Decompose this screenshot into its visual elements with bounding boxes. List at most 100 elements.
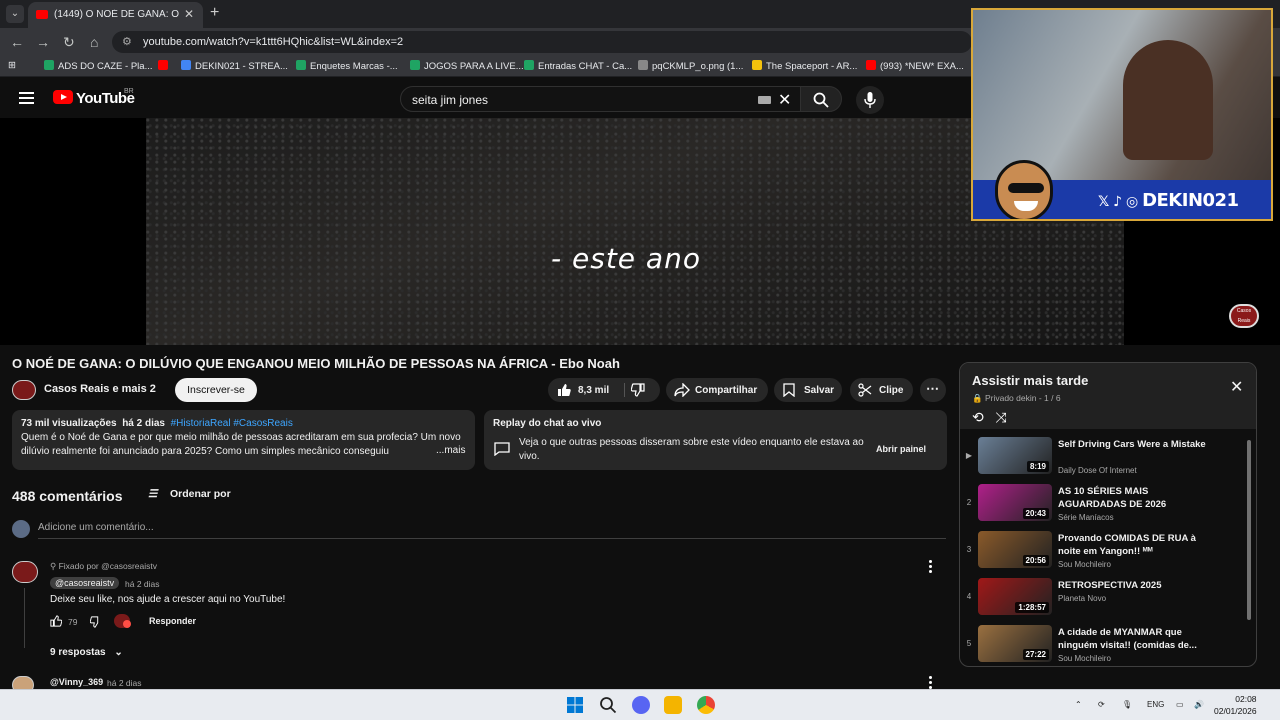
- chrome-icon[interactable]: [697, 696, 715, 714]
- playlist-item-title[interactable]: RETROSPECTIVA 2025: [1058, 579, 1218, 592]
- playlist-item-channel: Daily Dose Of Internet: [1058, 466, 1137, 475]
- channel-watermark[interactable]: Casos Reais: [1229, 304, 1259, 328]
- search-button[interactable]: [800, 86, 842, 112]
- clip-button[interactable]: Clipe: [850, 378, 913, 402]
- more-actions-button[interactable]: ⋯: [920, 378, 946, 402]
- playlist-item-channel: Série Maníacos: [1058, 513, 1114, 522]
- playlist-item[interactable]: 2 20:43 AS 10 SÉRIES MAIS AGUARDADAS DE 20…: [960, 482, 1248, 526]
- system-clock[interactable]: 02:08 02/01/2026: [1214, 693, 1257, 717]
- save-label: Salvar: [804, 385, 835, 396]
- comment-menu-icon[interactable]: [929, 560, 933, 574]
- playlist-thumbnail[interactable]: 20:56: [978, 531, 1052, 568]
- playlist-scroll-thumb[interactable]: [1247, 440, 1251, 620]
- monitor-icon[interactable]: ▭: [1176, 700, 1184, 709]
- loop-icon[interactable]: ⟲: [972, 409, 984, 425]
- playlist-subtitle: 🔒 Privado dekin - 1 / 6: [972, 393, 1061, 403]
- channel-avatar[interactable]: [12, 380, 36, 400]
- comment-menu-icon[interactable]: [929, 676, 933, 690]
- share-button[interactable]: Compartilhar: [666, 378, 768, 402]
- bookmark-item[interactable]: JOGOS PARA A LIVE...: [410, 60, 524, 72]
- save-button[interactable]: Salvar: [774, 378, 842, 402]
- tab-title: (1449) O NOÉ DE GANA: O DILÚ: [54, 9, 180, 20]
- browser-tab[interactable]: (1449) O NOÉ DE GANA: O DILÚ ✕: [28, 2, 203, 28]
- playlist-item[interactable]: 5 27:22 A cidade de MYANMAR que ninguém vi…: [960, 623, 1248, 666]
- playlist-thumbnail[interactable]: 27:22: [978, 625, 1052, 662]
- open-panel-button[interactable]: Abrir painel: [876, 444, 926, 454]
- windows-start-icon[interactable]: [566, 696, 584, 714]
- comment-time[interactable]: há 2 dias: [107, 678, 142, 688]
- playlist-item-title[interactable]: Provando COMIDAS DE RUA à noite em Yango…: [1058, 532, 1218, 558]
- chat-replay-box: Replay do chat ao vivo Veja o que outras…: [484, 410, 947, 470]
- tray-chevron-icon[interactable]: ⌃: [1075, 700, 1082, 709]
- playlist-thumbnail[interactable]: 1:28:57: [978, 578, 1052, 615]
- bookmark-item[interactable]: Entradas CHAT - Ca...: [524, 60, 632, 72]
- forward-icon[interactable]: →: [36, 34, 50, 50]
- reply-button[interactable]: Responder: [149, 616, 196, 626]
- show-more-link[interactable]: ...mais: [432, 445, 466, 456]
- playlist-item-title[interactable]: Self Driving Cars Were a Mistake: [1058, 438, 1218, 451]
- playlist-item-title[interactable]: AS 10 SÉRIES MAIS AGUARDADAS DE 2026: [1058, 485, 1218, 511]
- home-icon[interactable]: ⌂: [90, 34, 98, 50]
- comment-dislike-icon[interactable]: [90, 616, 102, 628]
- video-duration: 20:56: [1022, 555, 1049, 566]
- clear-search-icon[interactable]: ✕: [778, 90, 791, 110]
- playlist-item[interactable]: ▶ 8:19 Self Driving Cars Were a Mistake Dai…: [960, 435, 1248, 479]
- comment-like-icon[interactable]: [50, 615, 62, 627]
- bookmark-item[interactable]: The Spaceport - AR...: [752, 60, 857, 72]
- bookmark-item[interactable]: pqCKMLP_o.png (1...: [638, 60, 743, 72]
- comment-time[interactable]: há 2 dias: [125, 579, 160, 589]
- video-title: O NOÉ DE GANA: O DILÚVIO QUE ENGANOU MEI…: [12, 356, 620, 371]
- discord-icon[interactable]: [632, 696, 650, 714]
- channel-name[interactable]: Casos Reais e mais 2: [44, 383, 156, 395]
- tab-close-icon[interactable]: ✕: [184, 7, 194, 21]
- bookmark-item[interactable]: ADS DO CAZE - Pla...: [44, 60, 153, 72]
- playlist-thumbnail[interactable]: 8:19: [978, 437, 1052, 474]
- language-indicator[interactable]: ENG: [1147, 700, 1164, 709]
- webcam-overlay: 𝕏 ♪ ◎ DEKIN021: [971, 8, 1273, 221]
- site-info-icon[interactable]: ⚙: [122, 35, 132, 48]
- apps-icon[interactable]: ⊞: [8, 60, 16, 71]
- playlist-item-title[interactable]: A cidade de MYANMAR que ninguém visita!!…: [1058, 626, 1218, 652]
- keyboard-icon[interactable]: [758, 96, 771, 104]
- bookmark-item[interactable]: [158, 60, 172, 72]
- comment-author[interactable]: @Vinny_369: [50, 677, 103, 687]
- view-replies-button[interactable]: 9 respostas ⌄: [50, 647, 123, 658]
- comment-text: Deixe seu like, nos ajude a crescer aqui…: [50, 594, 286, 605]
- sort-comments-button[interactable]: ☰ Ordenar por: [148, 488, 231, 500]
- search-input[interactable]: seita jim jones ✕: [400, 86, 803, 112]
- youtube-logo-icon[interactable]: [53, 90, 73, 104]
- playlist-title[interactable]: Assistir mais tarde: [972, 373, 1088, 388]
- mic-tray-icon[interactable]: 🎙: [1122, 700, 1132, 709]
- sync-icon[interactable]: ⟳: [1098, 700, 1105, 709]
- tab-search-button[interactable]: ⌄: [6, 5, 24, 23]
- close-playlist-icon[interactable]: ✕: [1230, 377, 1243, 397]
- bookmark-item[interactable]: DEKIN021 - STREA...: [181, 60, 288, 72]
- volume-icon[interactable]: 🔊: [1194, 700, 1204, 709]
- reload-icon[interactable]: ↻: [63, 34, 75, 51]
- description-box[interactable]: 73 mil visualizações há 2 dias #Historia…: [12, 410, 475, 470]
- playlist-item[interactable]: 3 20:56 Provando COMIDAS DE RUA à noite em…: [960, 529, 1248, 573]
- subscribe-button[interactable]: Inscrever-se: [175, 378, 257, 402]
- search-taskbar-icon[interactable]: [599, 696, 617, 714]
- chat-icon: [494, 442, 510, 456]
- search-query: seita jim jones: [412, 93, 489, 107]
- file-explorer-icon[interactable]: [664, 696, 682, 714]
- like-icon: [558, 384, 571, 396]
- like-count[interactable]: 8,3 mil: [578, 385, 609, 396]
- playlist-thumbnail[interactable]: 20:43: [978, 484, 1052, 521]
- playlist-item-index: 5: [966, 639, 972, 648]
- menu-icon[interactable]: [19, 92, 34, 104]
- voice-search-button[interactable]: [856, 86, 884, 114]
- playlist-item[interactable]: 4 1:28:57 RETROSPECTIVA 2025 Planeta Novo: [960, 576, 1248, 620]
- comment-author-avatar[interactable]: [12, 561, 38, 583]
- comment-author[interactable]: @casosreaistv: [50, 577, 120, 589]
- add-comment-input[interactable]: Adicione um comentário...: [38, 522, 154, 533]
- url-field[interactable]: ⚙ youtube.com/watch?v=k1ttt6HQhic&list=W…: [112, 31, 972, 53]
- pinned-label: ⚲ Fixado por @casosreaistv: [50, 561, 157, 571]
- new-tab-button[interactable]: +: [210, 4, 219, 22]
- bookmark-item[interactable]: Enquetes Marcas -...: [296, 60, 398, 72]
- bookmark-item[interactable]: (993) *NEW* EXA...: [866, 60, 964, 72]
- shuffle-icon[interactable]: ⤨: [995, 409, 1006, 425]
- back-icon[interactable]: ←: [10, 34, 24, 50]
- share-icon: [674, 383, 690, 397]
